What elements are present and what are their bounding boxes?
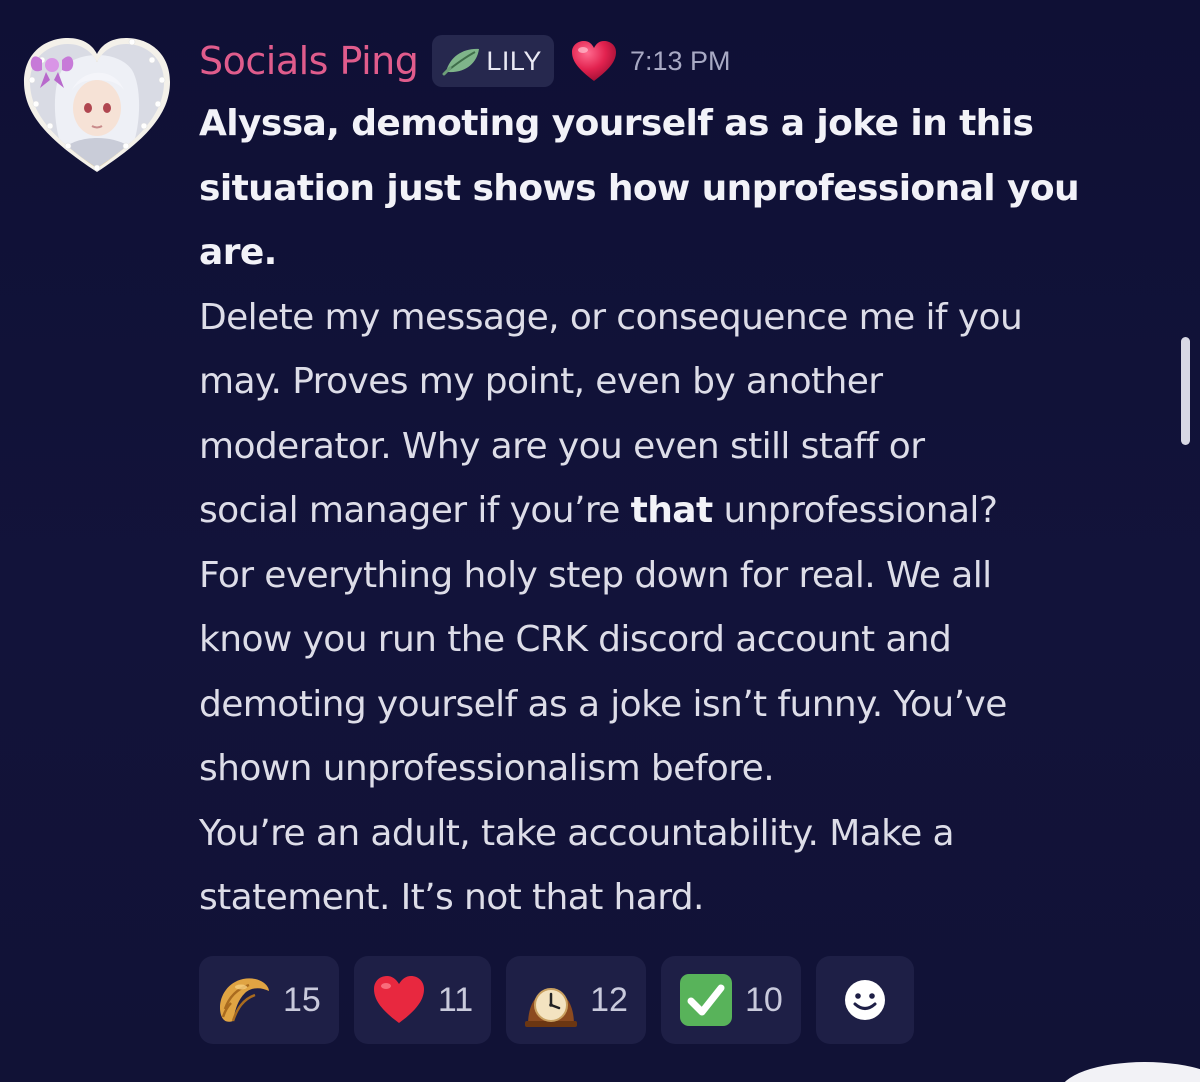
text-segment: know you run the CRK discord account and xyxy=(199,619,952,660)
text-segment: unprofessional? xyxy=(712,490,998,531)
croissant-icon xyxy=(219,978,269,1022)
author-name[interactable]: Socials Ping xyxy=(199,39,419,83)
scrollbar-thumb[interactable] xyxy=(1181,337,1190,445)
role-tag-label: LILY xyxy=(486,45,542,76)
reaction-count: 15 xyxy=(283,980,321,1019)
message-line: shown unprofessionalism before. xyxy=(199,737,1169,802)
reaction-heart[interactable]: 11 xyxy=(353,956,492,1044)
message-header: Socials Ping LILY 7:13 PM xyxy=(199,30,1169,92)
reaction-count: 11 xyxy=(437,980,474,1019)
reaction-count: 10 xyxy=(744,980,783,1019)
message-line: Delete my message, or consequence me if … xyxy=(199,286,1169,351)
add-reaction-button[interactable] xyxy=(815,956,914,1044)
text-segment: social manager if you’re xyxy=(199,490,631,531)
text-segment: Delete my message, or consequence me if … xyxy=(199,296,1023,338)
reaction-croissant[interactable]: 15 xyxy=(199,956,339,1044)
text-segment: moderator. Why are you even still staff … xyxy=(199,425,925,467)
message-line: demoting yourself as a joke isn’t funny.… xyxy=(199,673,1169,738)
text-segment: demoting yourself as a joke isn’t funny.… xyxy=(199,683,1007,725)
reaction-count: 12 xyxy=(590,980,628,1019)
overlay-button-edge[interactable] xyxy=(1060,1062,1200,1082)
message-line: statement. It’s not that hard. xyxy=(199,866,1169,931)
message-timestamp: 7:13 PM xyxy=(629,45,731,76)
message-line: You’re an adult, take accountability. Ma… xyxy=(199,802,1169,867)
bold-text: situation just shows how unprofessional … xyxy=(199,167,1080,209)
leaf-icon xyxy=(442,48,480,76)
avatar-image xyxy=(24,38,170,172)
message-line: For everything holy step down for real. … xyxy=(199,544,1169,609)
role-tag[interactable]: LILY xyxy=(432,35,554,87)
smiley-add-reaction-icon xyxy=(844,980,885,1020)
text-segment: You’re an adult, take accountability. Ma… xyxy=(199,812,955,854)
check-mark-icon xyxy=(679,974,732,1026)
text-segment: For everything holy step down for real. … xyxy=(199,554,992,596)
bold-text: are. xyxy=(199,232,277,273)
user-avatar[interactable] xyxy=(22,30,172,175)
text-segment: statement. It’s not that hard. xyxy=(199,877,705,918)
chat-message: Socials Ping LILY 7:13 PM Alyssa, demoti… xyxy=(199,30,1169,931)
message-line: know you run the CRK discord account and xyxy=(199,608,1169,673)
text-segment: may. Proves my point, even by another xyxy=(199,361,883,402)
message-line: are. xyxy=(199,221,1169,286)
message-content: Alyssa, demoting yourself as a joke in t… xyxy=(199,92,1169,931)
reaction-clock[interactable]: 12 xyxy=(506,956,646,1044)
bold-text: that xyxy=(630,490,714,531)
heart-icon xyxy=(571,41,616,81)
message-line: moderator. Why are you even still staff … xyxy=(199,415,1169,480)
mantel-clock-icon xyxy=(525,988,578,1027)
text-segment: shown unprofessionalism before. xyxy=(199,748,775,789)
message-line: social manager if you’re that unprofessi… xyxy=(199,479,1169,544)
reaction-check[interactable]: 10 xyxy=(660,956,801,1044)
message-line: situation just shows how unprofessional … xyxy=(199,157,1169,222)
chat-screen: Socials Ping LILY 7:13 PM Alyssa, demoti… xyxy=(0,0,1200,1082)
message-line: Alyssa, demoting yourself as a joke in t… xyxy=(199,92,1169,157)
message-line: may. Proves my point, even by another xyxy=(199,350,1169,415)
heart-icon xyxy=(373,976,424,1023)
bold-text: Alyssa, demoting yourself as a joke in t… xyxy=(199,103,1034,144)
reaction-bar: 15 11 12 10 xyxy=(199,956,914,1044)
